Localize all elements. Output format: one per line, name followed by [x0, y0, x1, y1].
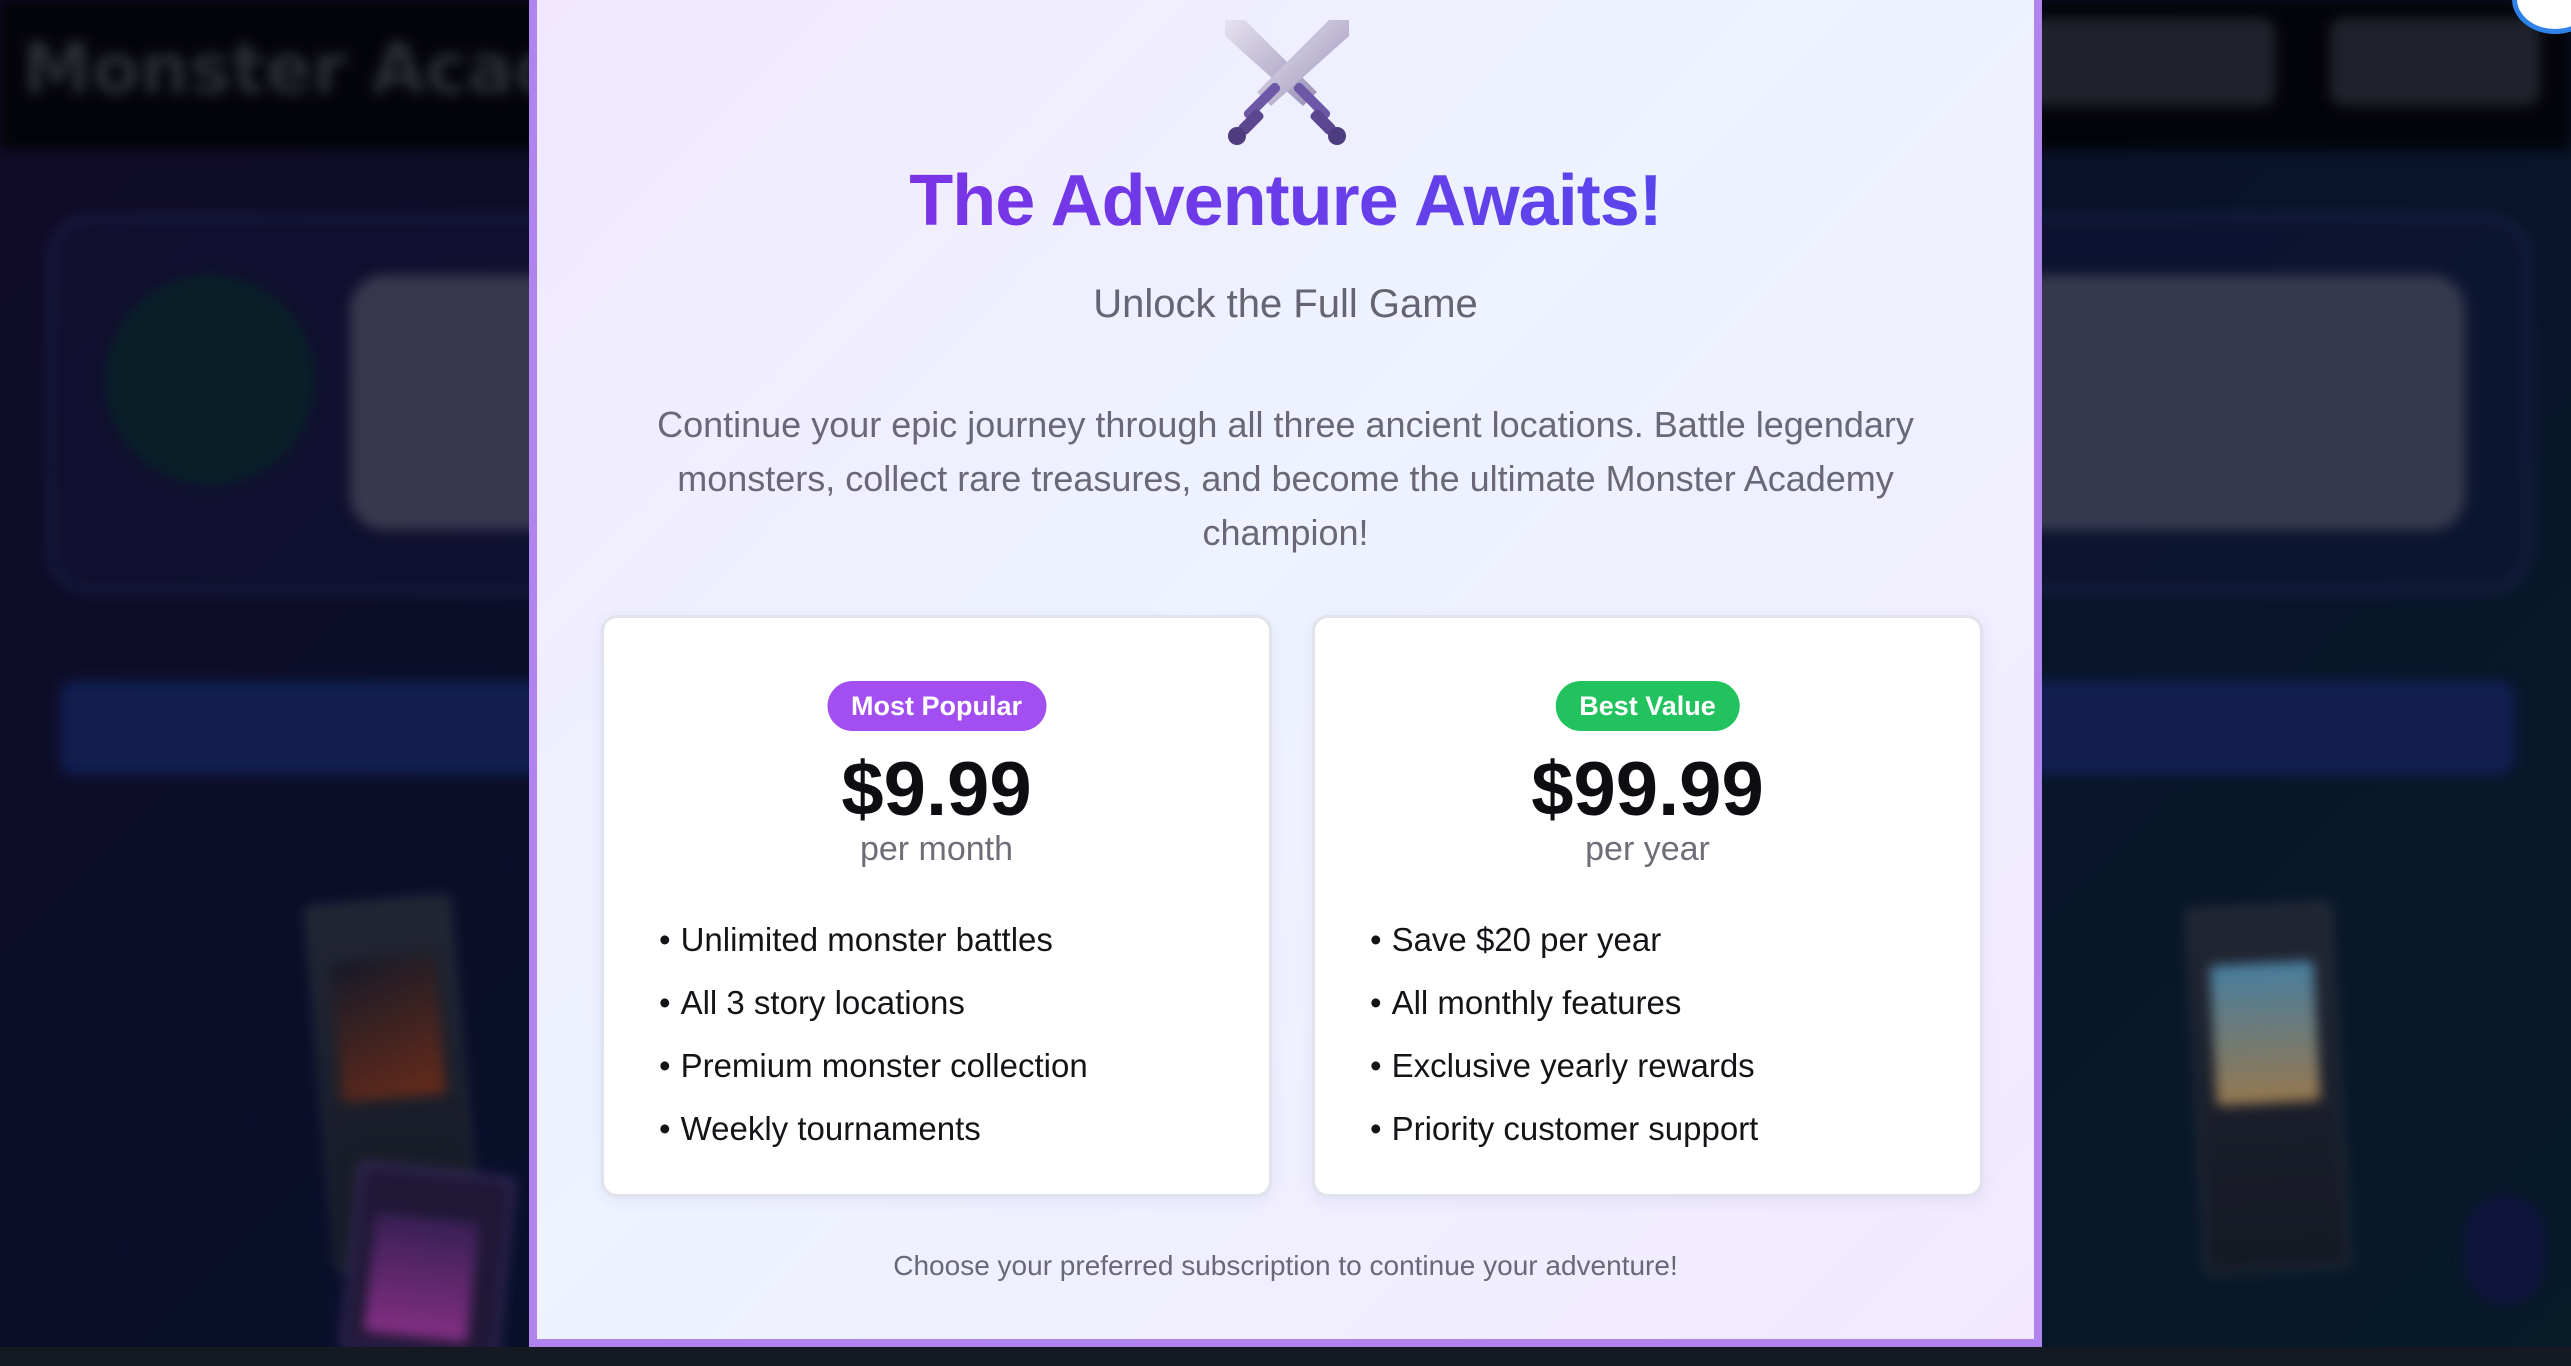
- plan-feature: • Save $20 per year: [1370, 921, 1662, 958]
- upgrade-modal: The Adventure Awaits! Unlock the Full Ga…: [529, 0, 2042, 1347]
- crossed-swords-icon: [1225, 20, 1349, 145]
- plan-feature-list: • Save $20 per year • All monthly features…: [1370, 908, 1758, 1160]
- plan-feature: • All monthly features: [1370, 984, 1682, 1021]
- modal-title: The Adventure Awaits!: [537, 160, 2034, 242]
- modal-description: Continue your epic journey through all t…: [657, 404, 1914, 553]
- plan-price: $99.99: [1531, 747, 1764, 832]
- modal-subtitle: Unlock the Full Game: [1093, 282, 1478, 326]
- plan-feature: • Priority customer support: [1370, 1110, 1759, 1147]
- plan-card-yearly[interactable]: Best Value $99.99 per year • Save $20 per…: [1312, 615, 1983, 1197]
- plan-card-monthly[interactable]: Most Popular $9.99 per month • Unlimited …: [601, 615, 1272, 1197]
- plan-feature: • Premium monster collection: [659, 1047, 1088, 1084]
- plan-period: per year: [1585, 830, 1710, 868]
- window-bottom-edge: [0, 1347, 2571, 1366]
- plan-feature: • Weekly tournaments: [659, 1110, 981, 1147]
- plan-period: per month: [859, 830, 1014, 868]
- game-app: Monster Academy The Adventure Awaits! Un…: [0, 0, 2571, 1347]
- plan-feature: • All 3 story locations: [659, 984, 965, 1021]
- plan-badge: Most Popular: [826, 681, 1047, 731]
- plan-price: $9.99: [841, 747, 1032, 832]
- plan-badge: Best Value: [1555, 681, 1740, 731]
- modal-footer-note: Choose your preferred subscription to co…: [893, 1250, 1678, 1281]
- plan-feature-list: • Unlimited monster battles • All 3 story …: [659, 908, 1088, 1160]
- plan-feature: • Exclusive yearly rewards: [1370, 1047, 1755, 1084]
- plan-feature: • Unlimited monster battles: [659, 921, 1053, 958]
